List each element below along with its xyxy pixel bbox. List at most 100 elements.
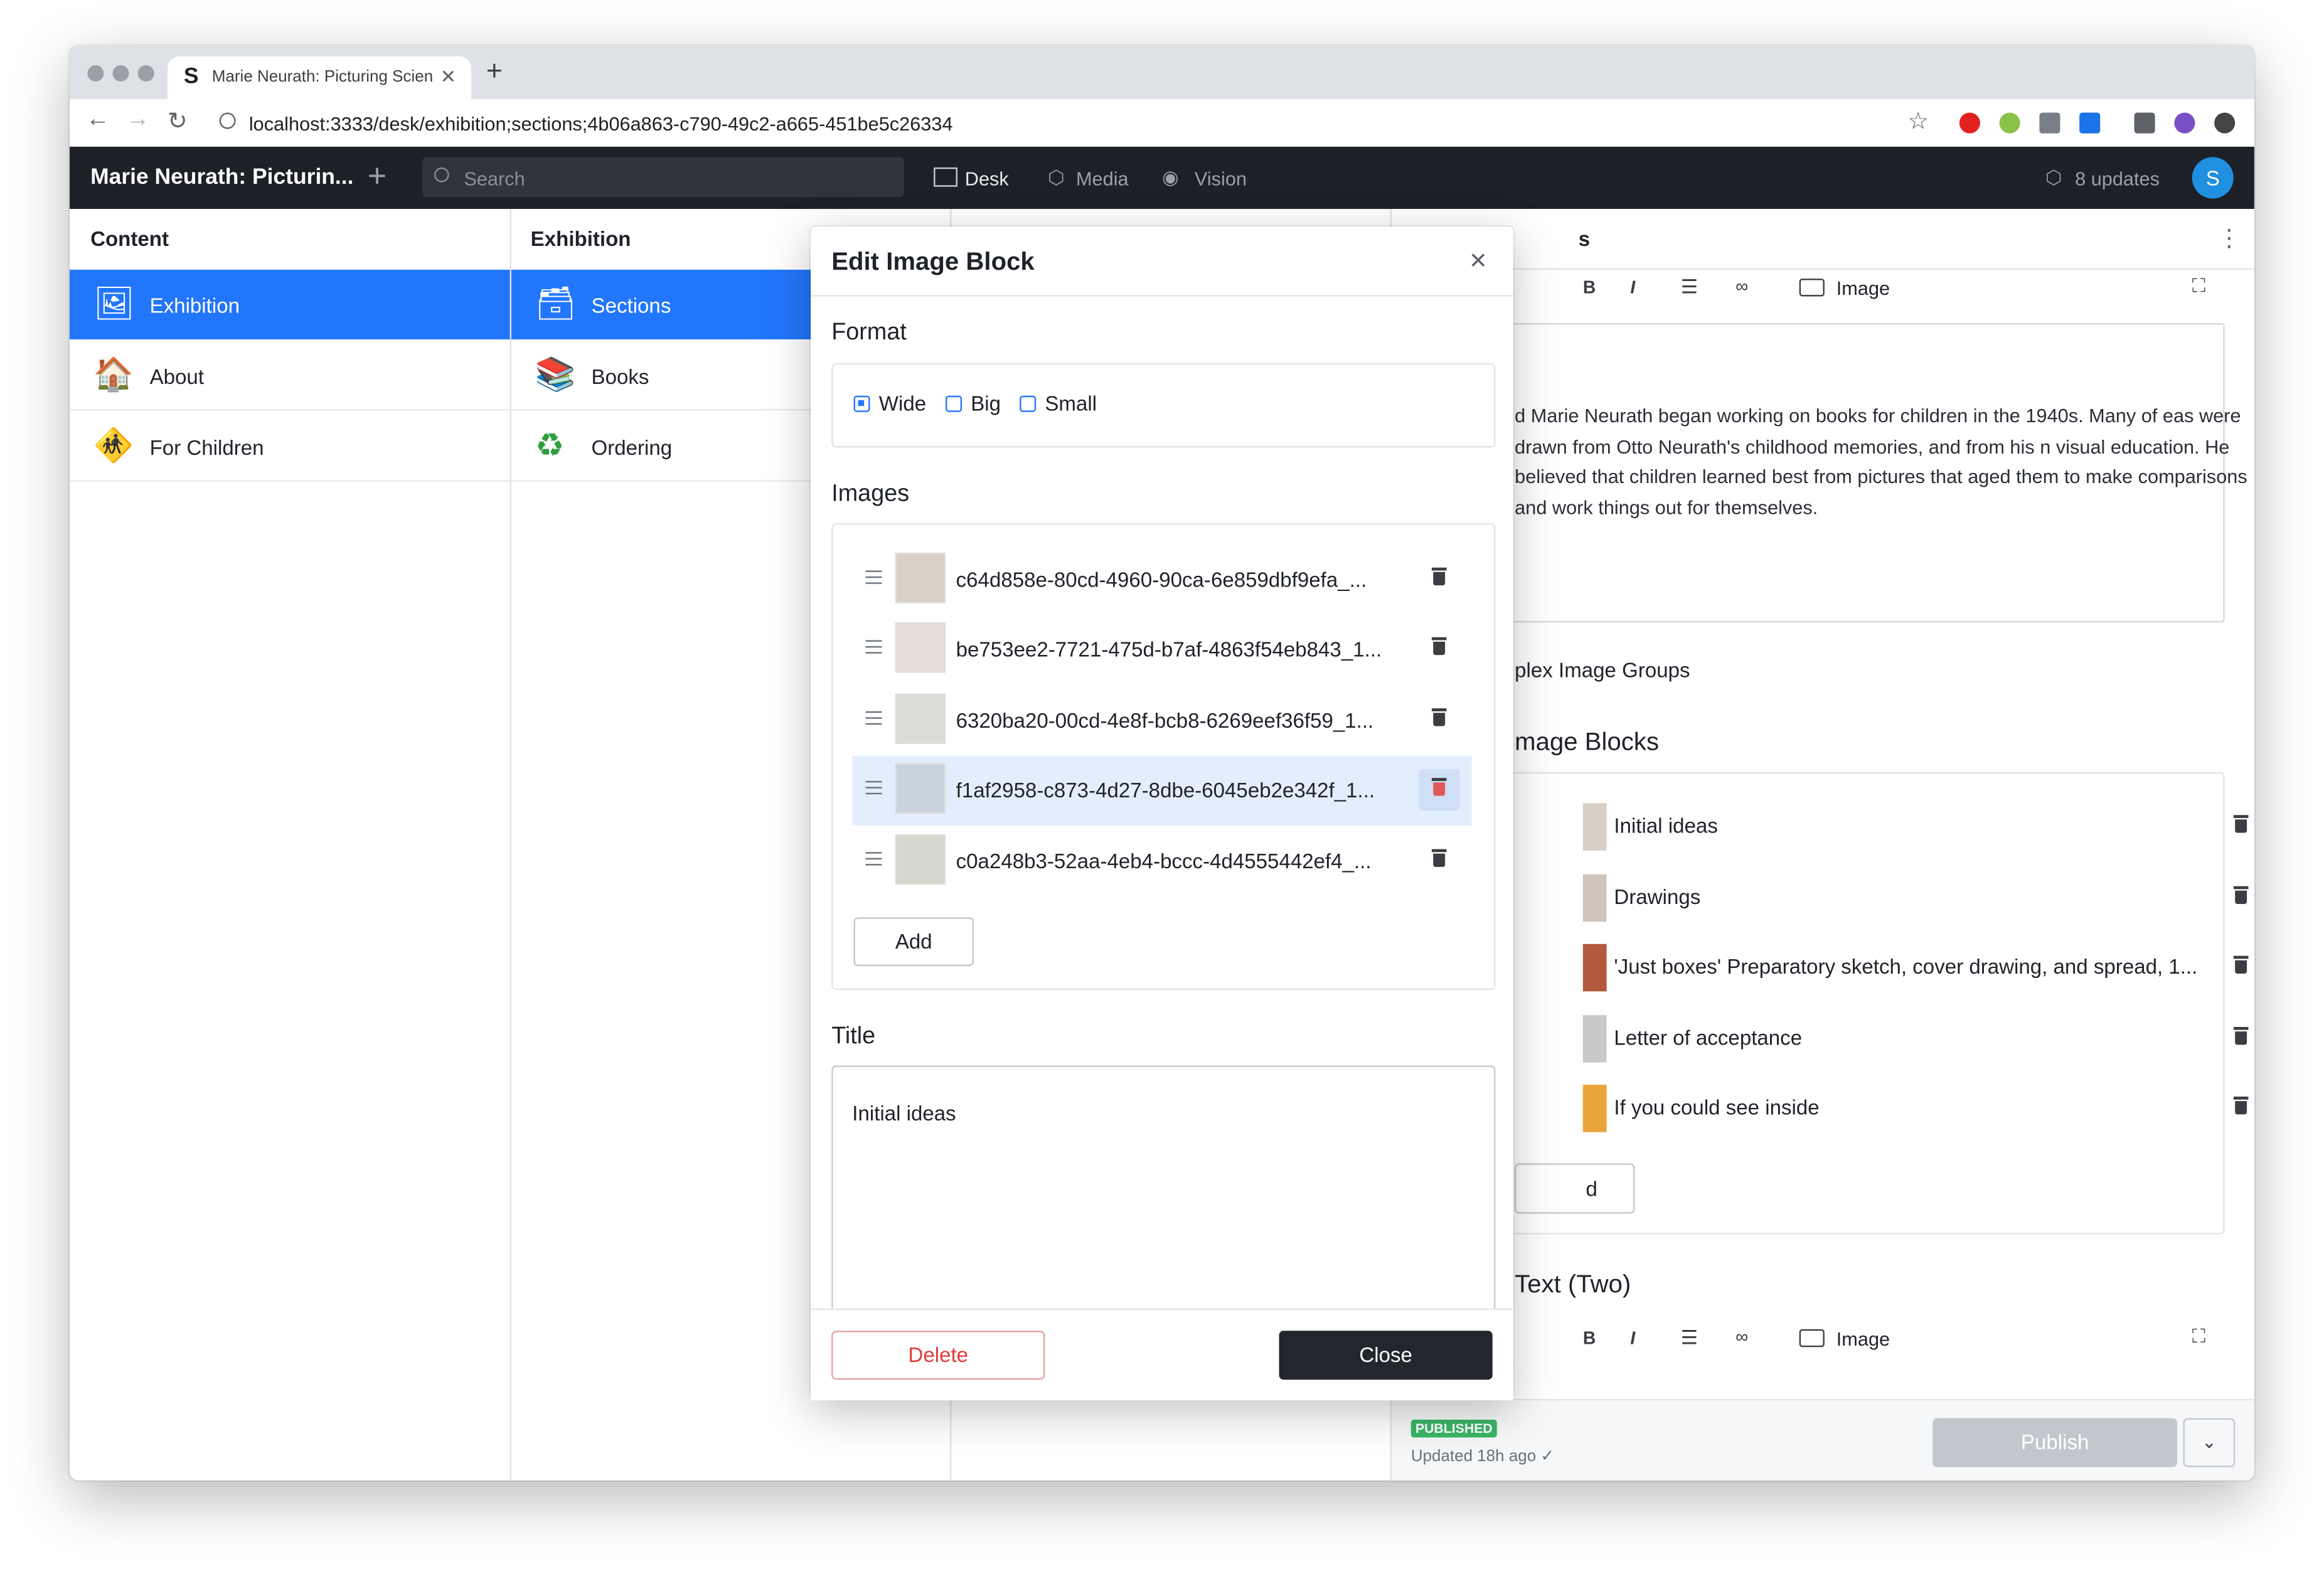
window-minimize-dot[interactable] [112,65,129,82]
content-item-label: About [149,364,205,388]
image-block-row[interactable]: Initial ideas [1582,797,2254,856]
wide-label: Wide [878,391,927,415]
italic-icon[interactable]: I [1630,1328,1635,1349]
forward-icon[interactable]: → [126,107,150,134]
tab-title: Marie Neurath: Picturing Scien [211,68,434,87]
recycle-icon: ♻ [535,427,565,464]
drag-handle-icon[interactable] [865,780,882,795]
wide-checkbox[interactable] [853,395,870,412]
close-button[interactable]: Close [1279,1331,1493,1380]
trash-icon[interactable] [1431,849,1447,867]
extension-vue-icon[interactable] [2039,112,2060,134]
image-row-hovered[interactable]: f1af2958-c873-4d27-8dbe-6045eb2e342f_1..… [852,755,1472,826]
list-icon[interactable]: ☰ [1681,275,1698,299]
italic-icon[interactable]: I [1630,277,1635,298]
fullscreen-icon[interactable]: ⛶ [2192,274,2206,298]
address-bar[interactable]: localhost:3333/desk/exhibition;sections;… [249,113,953,135]
updated-time: Updated 18h ago ✓ [1410,1447,1555,1466]
bold-icon[interactable]: B [1583,1328,1596,1349]
image-thumbnail [895,553,946,604]
extension-download-icon[interactable] [2079,112,2101,134]
user-avatar[interactable]: S [2192,157,2234,199]
image-block-row[interactable]: Letter of acceptance [1582,1009,2254,1068]
bookmark-star-icon[interactable]: ☆ [1907,107,1929,136]
profile-avatar-icon[interactable] [2174,112,2195,134]
window-zoom-dot[interactable] [137,65,154,82]
image-row[interactable]: be753ee2-7721-475d-b7af-4863f54eb843_1..… [852,615,1471,684]
edit-image-block-dialog: Edit Image Block ✕ Format Wide Big Small… [811,226,1513,1401]
trash-icon[interactable] [1431,567,1447,586]
publish-menu-chevron-icon[interactable]: ⌄ [2183,1418,2236,1467]
trash-icon[interactable] [1431,708,1447,726]
image-block-label: Letter of acceptance [1614,1025,1803,1050]
drag-handle-icon[interactable] [865,852,882,866]
reload-icon[interactable]: ↻ [168,107,188,136]
children-crossing-icon: 🚸 [93,427,134,464]
project-title[interactable]: Marie Neurath: Picturin... [90,164,353,189]
desk-icon [934,167,957,187]
content-item-for-children[interactable]: 🚸 For Children [70,412,510,482]
add-image-block-button[interactable]: d [1515,1163,1635,1214]
insert-image-button[interactable]: Image [1836,277,1890,299]
content-item-about[interactable]: 🏠 About [70,341,510,411]
link-icon[interactable]: ∞ [1735,275,1748,296]
dialog-close-icon[interactable]: ✕ [1469,247,1488,274]
image-row[interactable]: c64d858e-80cd-4960-90ca-6e859dbf9efa_... [852,545,1471,615]
publish-button[interactable]: Publish [1932,1418,2178,1467]
media-icon: ⬡ [1048,166,1065,188]
search-input[interactable]: Search [422,157,904,198]
trash-icon[interactable] [2233,815,2249,833]
back-icon[interactable]: ← [86,107,110,134]
image-insert-icon [1799,279,1825,297]
trash-icon[interactable] [1431,778,1447,796]
extension-list-icon[interactable] [2134,112,2155,134]
fullscreen-icon[interactable]: ⛶ [2192,1325,2206,1349]
browser-tab[interactable]: S Marie Neurath: Picturing Scien ✕ [167,56,472,100]
trash-icon[interactable] [1431,637,1447,656]
nav-vision[interactable]: Vision [1195,168,1247,189]
exhibition-pane-heading: Exhibition [530,226,631,251]
trash-icon[interactable] [2233,1027,2249,1045]
document-menu-icon[interactable]: ⋮ [2217,224,2241,253]
image-row[interactable]: c0a248b3-52aa-4eb4-bccc-4d4555442ef4_... [852,827,1471,896]
tab-close-icon[interactable]: ✕ [440,65,457,89]
new-tab-icon[interactable]: + [486,56,503,89]
window-close-dot[interactable] [87,65,104,82]
content-item-exhibition[interactable]: 🖼 Exhibition [70,269,510,339]
drag-handle-icon[interactable] [865,570,882,584]
image-block-row[interactable]: If you could see inside [1582,1079,2254,1138]
image-block-row[interactable]: Drawings [1582,868,2254,927]
add-image-button[interactable]: Add [853,917,974,967]
sanity-favicon-icon: S [183,63,199,89]
insert-image-button[interactable]: Image [1836,1328,1890,1350]
image-block-row[interactable]: 'Just boxes' Preparatory sketch, cover d… [1582,938,2254,997]
trash-icon[interactable] [2233,886,2249,904]
browser-window: S Marie Neurath: Picturing Scien ✕ + ← →… [70,46,2254,1481]
nav-media[interactable]: Media [1076,168,1129,189]
extension-opera-icon[interactable] [1959,112,1980,134]
big-checkbox[interactable] [946,395,962,412]
updates-status[interactable]: 8 updates [2075,168,2160,189]
trash-icon[interactable] [2233,955,2249,974]
nav-desk[interactable]: Desk [965,168,1009,189]
title-textarea[interactable]: Initial ideas [831,1065,1496,1313]
image-filename: c64d858e-80cd-4960-90ca-6e859dbf9efa_... [956,567,1367,592]
format-options: Wide Big Small [831,363,1496,448]
content-item-label: Exhibition [149,293,240,317]
list-icon[interactable]: ☰ [1681,1326,1698,1350]
drag-handle-icon[interactable] [865,640,882,654]
site-info-icon[interactable] [219,112,236,129]
trash-icon[interactable] [2233,1097,2249,1115]
image-thumbnail [895,763,946,814]
bold-icon[interactable]: B [1583,277,1596,298]
delete-button[interactable]: Delete [831,1331,1045,1380]
extension-menu-icon[interactable] [2214,112,2236,134]
image-filename: be753ee2-7721-475d-b7af-4863f54eb843_1..… [956,637,1382,661]
link-icon[interactable]: ∞ [1735,1326,1748,1347]
extension-node-icon[interactable] [1999,112,2020,134]
drag-handle-icon[interactable] [865,711,882,725]
create-new-icon[interactable]: + [368,157,386,195]
image-blocks-heading: mage Blocks [1515,727,1660,756]
small-checkbox[interactable] [1020,395,1037,412]
image-row[interactable]: 6320ba20-00cd-4e8f-bcb8-6269eef36f59_1..… [852,686,1471,756]
